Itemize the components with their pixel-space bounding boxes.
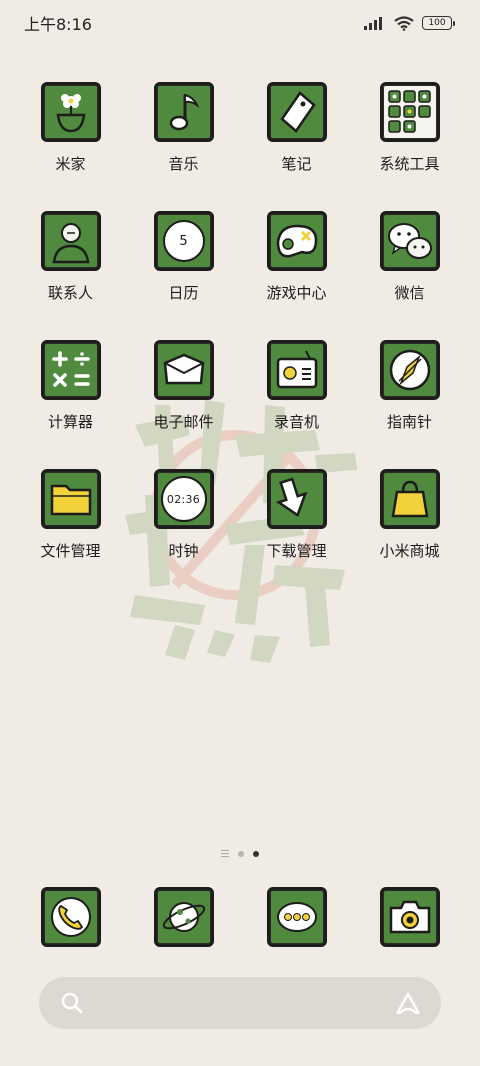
- app-label: 时钟: [168, 542, 199, 560]
- app-label: 微信: [394, 284, 425, 302]
- app-download-manager[interactable]: 下载管理: [240, 469, 353, 565]
- compass-icon: [379, 340, 440, 400]
- app-grid: 米家 音乐 笔记 系统工具 联系人 5 日历 游戏中心 微信 计算器 电子邮件 …: [14, 82, 466, 565]
- app-mijia[interactable]: 米家: [14, 82, 127, 178]
- battery-icon: 100: [422, 16, 455, 30]
- status-icons: 100: [364, 15, 455, 31]
- wechat-icon: [379, 211, 440, 271]
- app-label: 笔记: [281, 155, 312, 173]
- page-dot[interactable]: [238, 850, 244, 857]
- app-label: 游戏中心: [266, 284, 327, 302]
- signal-icon: [364, 17, 382, 30]
- contact-person-icon: [40, 211, 101, 271]
- calendar-day: 5: [179, 233, 188, 249]
- recorder-icon: [266, 340, 327, 400]
- status-bar: 上午8:16 100: [0, 0, 480, 46]
- app-file-manager[interactable]: 文件管理: [14, 469, 127, 565]
- phone-icon: [40, 887, 101, 947]
- note-tag-icon: [266, 82, 327, 142]
- page-dot-active[interactable]: [253, 850, 259, 857]
- wifi-icon: [394, 15, 414, 31]
- messages-icon: [266, 887, 327, 947]
- page-indicator: [0, 850, 480, 857]
- download-arrow-icon: [266, 469, 327, 529]
- app-label: 指南针: [386, 413, 432, 431]
- assistant-icon[interactable]: [395, 992, 421, 1014]
- app-clock[interactable]: 02:36 时钟: [127, 469, 240, 565]
- tools-folder-icon: [379, 82, 440, 142]
- status-time: 上午8:16: [24, 15, 92, 34]
- gamepad-icon: [266, 211, 327, 271]
- app-email[interactable]: 电子邮件: [127, 340, 240, 436]
- dock-browser[interactable]: [127, 887, 240, 947]
- music-note-icon: [153, 82, 214, 142]
- battery-level: 100: [428, 18, 446, 28]
- shopping-bag-icon: [379, 469, 440, 529]
- dock-camera[interactable]: [353, 887, 466, 947]
- app-wechat[interactable]: 微信: [353, 211, 466, 307]
- app-label: 联系人: [47, 284, 93, 302]
- envelope-icon: [153, 340, 214, 400]
- flower-pot-icon: [40, 82, 101, 142]
- calendar-icon: 5: [153, 211, 214, 271]
- app-calculator[interactable]: 计算器: [14, 340, 127, 436]
- app-music[interactable]: 音乐: [127, 82, 240, 178]
- calculator-icon: [40, 340, 101, 400]
- app-mi-store[interactable]: 小米商城: [353, 469, 466, 565]
- app-contacts[interactable]: 联系人: [14, 211, 127, 307]
- clock-icon: 02:36: [153, 469, 214, 529]
- dock-phone[interactable]: [14, 887, 127, 947]
- app-label: 日历: [168, 284, 199, 302]
- dock: [14, 887, 466, 947]
- app-calendar[interactable]: 5 日历: [127, 211, 240, 307]
- app-label: 系统工具: [379, 155, 440, 173]
- app-compass[interactable]: 指南针: [353, 340, 466, 436]
- dock-messages[interactable]: [240, 887, 353, 947]
- folder-icon: [40, 469, 101, 529]
- camera-icon: [379, 887, 440, 947]
- app-label: 电子邮件: [153, 413, 214, 431]
- app-label: 计算器: [47, 413, 93, 431]
- app-system-tools[interactable]: 系统工具: [353, 82, 466, 178]
- app-recorder[interactable]: 录音机: [240, 340, 353, 436]
- search-icon: [61, 992, 83, 1014]
- clock-time: 02:36: [166, 492, 201, 506]
- browser-planet-icon: [153, 887, 214, 947]
- app-label: 录音机: [273, 413, 319, 431]
- app-label: 音乐: [168, 155, 199, 173]
- app-game-center[interactable]: 游戏中心: [240, 211, 353, 307]
- app-label: 下载管理: [266, 542, 327, 560]
- app-label: 米家: [55, 155, 86, 173]
- app-label: 文件管理: [40, 542, 101, 560]
- app-notes[interactable]: 笔记: [240, 82, 353, 178]
- app-list-indicator-icon[interactable]: [221, 850, 229, 857]
- app-label: 小米商城: [379, 542, 440, 560]
- search-bar[interactable]: [39, 977, 441, 1029]
